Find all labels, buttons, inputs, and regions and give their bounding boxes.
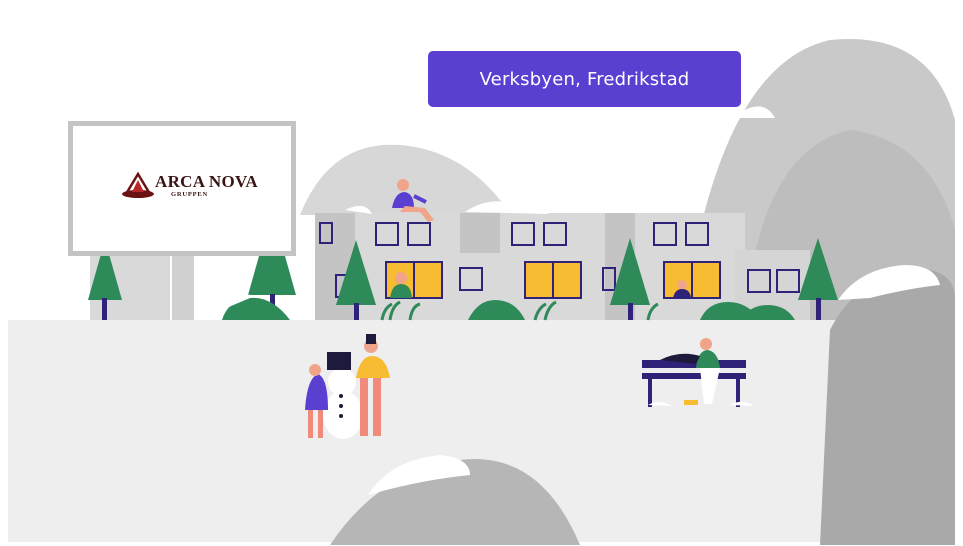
logo-name: ARCA NOVA [155, 172, 258, 191]
sign-post [172, 255, 194, 320]
person-in-window [395, 272, 407, 284]
person-in-window [677, 280, 687, 290]
location-title: Verksbyen, Fredrikstad [479, 68, 690, 90]
building-row [315, 201, 810, 320]
logo-tagline: GRUPPEN [171, 191, 209, 198]
location-banner: Verksbyen, Fredrikstad [428, 51, 741, 107]
arca-nova-logo-mark [122, 171, 154, 198]
winter-scene: ARCA NOVA GRUPPEN Verksbyen, Fredrikstad [0, 0, 963, 546]
